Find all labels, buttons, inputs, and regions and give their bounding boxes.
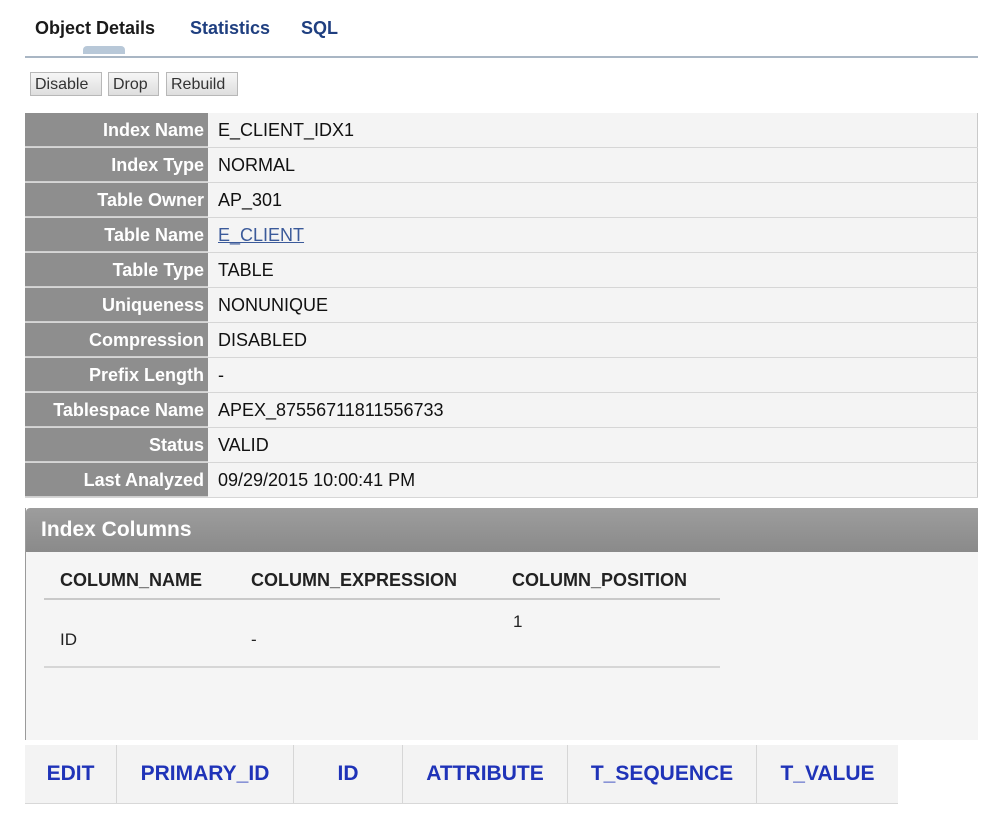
- column-header[interactable]: COLUMN_EXPRESSION: [251, 570, 457, 591]
- detail-row-prefix-length: Prefix Length -: [25, 358, 978, 393]
- grid-header-t-sequence[interactable]: T_SEQUENCE: [568, 745, 757, 803]
- detail-row-table-owner: Table Owner AP_301: [25, 183, 978, 218]
- detail-label: Index Type: [25, 148, 208, 182]
- detail-value: DISABLED: [208, 323, 978, 357]
- detail-row-index-type: Index Type NORMAL: [25, 148, 978, 183]
- detail-value: 09/29/2015 10:00:41 PM: [208, 463, 978, 497]
- rebuild-button[interactable]: Rebuild: [166, 72, 238, 96]
- table-header-row: COLUMN_NAME COLUMN_EXPRESSION COLUMN_POS…: [44, 560, 720, 600]
- detail-label: Table Name: [25, 218, 208, 252]
- detail-row-tablespace-name: Tablespace Name APEX_87556711811556733: [25, 393, 978, 428]
- object-details-table: Index Name E_CLIENT_IDX1 Index Type NORM…: [25, 113, 978, 498]
- detail-row-uniqueness: Uniqueness NONUNIQUE: [25, 288, 978, 323]
- column-header[interactable]: COLUMN_NAME: [60, 570, 202, 591]
- detail-label: Index Name: [25, 113, 208, 147]
- disable-button[interactable]: Disable: [30, 72, 102, 96]
- detail-row-last-analyzed: Last Analyzed 09/29/2015 10:00:41 PM: [25, 463, 978, 498]
- active-tab-indicator: [83, 46, 125, 54]
- detail-value: AP_301: [208, 183, 978, 217]
- grid-header-id[interactable]: ID: [294, 745, 403, 803]
- data-grid-header: EDIT PRIMARY_ID ID ATTRIBUTE T_SEQUENCE …: [25, 745, 898, 804]
- detail-value: VALID: [208, 428, 978, 462]
- grid-header-primary-id[interactable]: PRIMARY_ID: [117, 745, 294, 803]
- detail-label: Prefix Length: [25, 358, 208, 392]
- detail-value: TABLE: [208, 253, 978, 287]
- detail-label: Compression: [25, 323, 208, 357]
- tab-object-details[interactable]: Object Details: [35, 18, 155, 39]
- detail-value: -: [208, 358, 978, 392]
- table-cell: ID: [60, 630, 77, 649]
- detail-label: Tablespace Name: [25, 393, 208, 427]
- detail-value: NONUNIQUE: [208, 288, 978, 322]
- detail-value: E_CLIENT: [208, 218, 978, 252]
- tab-sql[interactable]: SQL: [301, 18, 338, 39]
- detail-label: Last Analyzed: [25, 463, 208, 497]
- detail-label: Table Owner: [25, 183, 208, 217]
- region-body: COLUMN_NAME COLUMN_EXPRESSION COLUMN_POS…: [26, 552, 978, 740]
- detail-value: E_CLIENT_IDX1: [208, 113, 978, 147]
- detail-row-table-name: Table Name E_CLIENT: [25, 218, 978, 253]
- detail-row-table-type: Table Type TABLE: [25, 253, 978, 288]
- index-columns-region: Index Columns COLUMN_NAME COLUMN_EXPRESS…: [25, 508, 978, 740]
- drop-button[interactable]: Drop: [108, 72, 159, 96]
- grid-header-t-value[interactable]: T_VALUE: [757, 745, 898, 803]
- tab-bar: Object Details Statistics SQL: [25, 14, 978, 58]
- detail-value: APEX_87556711811556733: [208, 393, 978, 427]
- region-title: Index Columns: [26, 508, 978, 552]
- detail-label: Uniqueness: [25, 288, 208, 322]
- detail-row-compression: Compression DISABLED: [25, 323, 978, 358]
- column-header[interactable]: COLUMN_POSITION: [512, 570, 687, 591]
- table-row: ID - 1: [44, 600, 720, 668]
- detail-label: Status: [25, 428, 208, 462]
- table-cell: 1: [513, 612, 523, 631]
- tab-statistics[interactable]: Statistics: [190, 18, 270, 39]
- table-name-link[interactable]: E_CLIENT: [218, 225, 304, 245]
- grid-header-attribute[interactable]: ATTRIBUTE: [403, 745, 568, 803]
- detail-row-index-name: Index Name E_CLIENT_IDX1: [25, 113, 978, 148]
- toolbar: Disable Drop Rebuild: [25, 56, 978, 114]
- detail-row-status: Status VALID: [25, 428, 978, 463]
- table-cell: -: [251, 630, 257, 649]
- detail-value: NORMAL: [208, 148, 978, 182]
- grid-header-edit[interactable]: EDIT: [25, 745, 117, 803]
- detail-label: Table Type: [25, 253, 208, 287]
- index-columns-table: COLUMN_NAME COLUMN_EXPRESSION COLUMN_POS…: [44, 560, 720, 668]
